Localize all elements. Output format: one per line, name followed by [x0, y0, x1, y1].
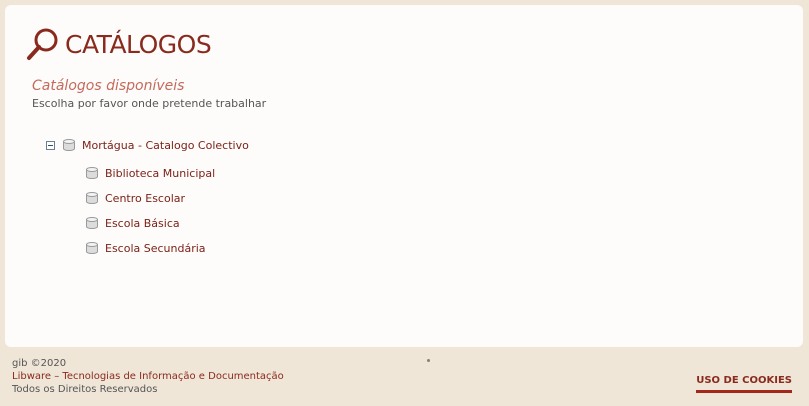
- database-icon: [86, 167, 98, 179]
- section-instruction: Escolha por favor onde pretende trabalha…: [32, 97, 267, 110]
- page-title: CATÁLOGOS: [65, 29, 212, 59]
- footer-copyright: gib ©2020: [12, 358, 67, 369]
- page-header: CATÁLOGOS: [25, 26, 212, 62]
- tree-item[interactable]: Escola Secundária: [86, 236, 249, 261]
- tree-item[interactable]: Centro Escolar: [86, 186, 249, 211]
- footer-company-link[interactable]: Libware – Tecnologias de Informação e Do…: [12, 370, 284, 383]
- main-panel: CATÁLOGOS Catálogos disponíveis Escolha …: [5, 5, 803, 347]
- decorative-dot: [427, 359, 430, 362]
- tree-item-label[interactable]: Escola Básica: [105, 217, 180, 230]
- tree-children: Biblioteca Municipal Centro Escolar Esco…: [86, 161, 249, 261]
- database-icon: [86, 242, 98, 254]
- footer-rights: Todos os Direitos Reservados: [12, 384, 158, 395]
- database-icon: [86, 217, 98, 229]
- database-icon: [86, 192, 98, 204]
- tree-root: Mortágua - Catalogo Colectivo: [46, 136, 249, 154]
- database-icon: [63, 138, 75, 151]
- footer: gib ©2020 Libware – Tecnologias de Infor…: [12, 357, 284, 396]
- tree-item[interactable]: Escola Básica: [86, 211, 249, 236]
- tree-item-label[interactable]: Centro Escolar: [105, 192, 185, 205]
- cookies-link[interactable]: USO DE COOKIES: [696, 375, 792, 393]
- section-subtitle: Catálogos disponíveis: [32, 78, 185, 94]
- tree-item[interactable]: Biblioteca Municipal: [86, 161, 249, 186]
- tree-root-label[interactable]: Mortágua - Catalogo Colectivo: [82, 139, 249, 152]
- catalog-tree: Mortágua - Catalogo Colectivo Biblioteca…: [46, 136, 249, 261]
- tree-item-label[interactable]: Biblioteca Municipal: [105, 167, 215, 180]
- search-icon: [27, 28, 58, 60]
- tree-item-label[interactable]: Escola Secundária: [105, 242, 206, 255]
- collapse-toggle-icon[interactable]: [46, 140, 55, 150]
